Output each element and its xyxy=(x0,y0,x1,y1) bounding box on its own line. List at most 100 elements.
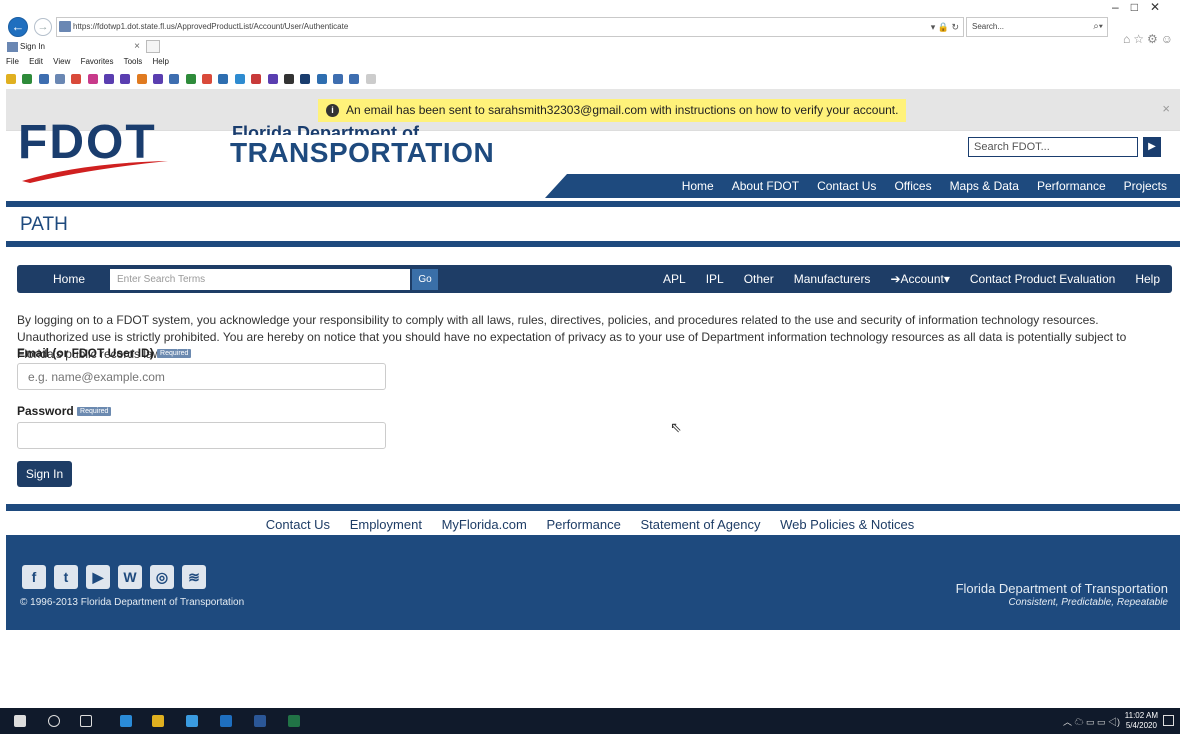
favorite-link-icon[interactable] xyxy=(38,74,49,84)
favorite-link-icon[interactable] xyxy=(104,74,115,84)
action-center-icon[interactable] xyxy=(1163,715,1174,726)
favorite-link-icon[interactable] xyxy=(87,74,98,84)
clock-time: 11:02 AM xyxy=(1124,711,1158,720)
favorite-link-icon[interactable] xyxy=(120,74,131,84)
window-controls[interactable]: –□✕ xyxy=(1112,0,1172,14)
notification-text: An email has been sent to sarahsmith3230… xyxy=(346,103,899,117)
menu-bar: File Edit View Favorites Tools Help xyxy=(0,55,1180,69)
system-tray-icons[interactable]: ︿ ☁ ▭ ▭ ◁) xyxy=(1063,715,1120,728)
appnav-manufacturers[interactable]: Manufacturers xyxy=(794,265,871,293)
favorite-link-icon[interactable] xyxy=(185,74,196,84)
favorite-link-icon[interactable] xyxy=(349,74,360,84)
favorite-link-icon[interactable] xyxy=(300,74,311,84)
email-label-text: Email (or FDOT User ID) xyxy=(17,346,154,360)
edge-icon[interactable] xyxy=(120,715,132,727)
divider xyxy=(6,201,1180,207)
magnifier-icon[interactable]: ⌕▾ xyxy=(1093,18,1103,36)
footer-link-employment[interactable]: Employment xyxy=(350,517,422,532)
back-button-icon[interactable]: ← xyxy=(8,17,28,37)
password-field[interactable] xyxy=(17,422,386,449)
browser-search-input[interactable]: Search... ⌕▾ xyxy=(966,17,1108,37)
menu-tools[interactable]: Tools xyxy=(124,57,143,66)
favorite-link-icon[interactable] xyxy=(22,74,33,84)
footer-link-performance[interactable]: Performance xyxy=(546,517,620,532)
lock-refresh-icon[interactable]: ▾ 🔒 ↻ xyxy=(931,18,959,36)
footer-link-statement[interactable]: Statement of Agency xyxy=(640,517,760,532)
start-icon[interactable] xyxy=(14,715,26,727)
sign-in-button[interactable]: Sign In xyxy=(17,461,72,487)
menu-file[interactable]: File xyxy=(6,57,19,66)
topnav-offices[interactable]: Offices xyxy=(894,174,931,198)
forward-button-icon[interactable]: → xyxy=(34,18,52,36)
twitter-icon[interactable]: t xyxy=(54,565,78,589)
address-bar[interactable]: https://fdotwp1.dot.state.fl.us/Approved… xyxy=(56,17,964,37)
favorite-link-icon[interactable] xyxy=(71,74,82,84)
appnav-help[interactable]: Help xyxy=(1135,265,1160,293)
notification-bar: i An email has been sent to sarahsmith32… xyxy=(6,89,1180,131)
favorite-star-icon[interactable] xyxy=(6,74,16,84)
favorite-link-icon[interactable] xyxy=(169,74,180,84)
new-tab-button[interactable] xyxy=(146,40,160,53)
excel-icon[interactable] xyxy=(288,715,300,727)
footer-link-myflorida[interactable]: MyFlorida.com xyxy=(442,517,527,532)
fdot-search-input[interactable]: Search FDOT... xyxy=(968,137,1138,157)
favorite-link-icon[interactable] xyxy=(332,74,343,84)
app-search-go-button[interactable]: Go xyxy=(412,269,438,290)
internet-explorer-icon[interactable] xyxy=(186,715,198,727)
social-icons: f t ▶ W ◎ ≋ xyxy=(22,565,214,589)
app-navbar: Home Enter Search Terms Go APL IPL Other… xyxy=(17,265,1172,293)
topnav-projects[interactable]: Projects xyxy=(1124,174,1167,198)
favorite-link-icon[interactable] xyxy=(55,74,66,84)
favorite-link-icon[interactable] xyxy=(316,74,327,84)
menu-help[interactable]: Help xyxy=(153,57,169,66)
topnav-maps-data[interactable]: Maps & Data xyxy=(950,174,1019,198)
browser-tab[interactable]: Sign In × xyxy=(4,39,142,55)
app-search-input[interactable]: Enter Search Terms xyxy=(110,269,410,290)
fdot-logo[interactable]: FDOT xyxy=(18,116,218,187)
favorite-link-icon[interactable] xyxy=(267,74,278,84)
favorite-link-icon[interactable] xyxy=(218,74,229,84)
menu-edit[interactable]: Edit xyxy=(29,57,43,66)
appnav-ipl[interactable]: IPL xyxy=(706,265,724,293)
search-icon[interactable] xyxy=(48,715,60,727)
footer-link-web-policies[interactable]: Web Policies & Notices xyxy=(780,517,914,532)
menu-view[interactable]: View xyxy=(53,57,70,66)
topnav-home[interactable]: Home xyxy=(682,174,714,198)
wordpress-icon[interactable]: W xyxy=(118,565,142,589)
fdot-search-go-button[interactable]: ▶ xyxy=(1143,137,1161,157)
favorite-link-icon[interactable] xyxy=(251,74,262,84)
outlook-icon[interactable] xyxy=(220,715,232,727)
appnav-apl[interactable]: APL xyxy=(663,265,686,293)
file-explorer-icon[interactable] xyxy=(152,715,164,727)
footer-link-contact[interactable]: Contact Us xyxy=(266,517,330,532)
topnav-performance[interactable]: Performance xyxy=(1037,174,1106,198)
appnav-contact-product-evaluation[interactable]: Contact Product Evaluation xyxy=(970,265,1115,293)
menu-favorites[interactable]: Favorites xyxy=(81,57,114,66)
top-navigation: Home About FDOT Contact Us Offices Maps … xyxy=(545,174,1180,198)
facebook-icon[interactable]: f xyxy=(22,565,46,589)
favorite-link-icon[interactable] xyxy=(283,74,294,84)
favorite-link-icon[interactable] xyxy=(202,74,213,84)
divider xyxy=(6,241,1180,247)
task-view-icon[interactable] xyxy=(80,715,92,727)
favorite-link-icon[interactable] xyxy=(365,74,376,84)
notification-close-icon[interactable]: × xyxy=(1162,101,1170,116)
footer-org-name: Florida Department of Transportation xyxy=(955,581,1168,596)
clock[interactable]: 11:02 AM 5/4/2020 xyxy=(1125,711,1158,731)
favorite-link-icon[interactable] xyxy=(136,74,147,84)
topnav-about[interactable]: About FDOT xyxy=(732,174,799,198)
appnav-account[interactable]: ➔Account▾ xyxy=(890,265,949,293)
rss-icon[interactable]: ≋ xyxy=(182,565,206,589)
tab-close-icon[interactable]: × xyxy=(134,39,140,54)
appnav-home[interactable]: Home xyxy=(53,265,85,293)
youtube-icon[interactable]: ▶ xyxy=(86,565,110,589)
word-icon[interactable] xyxy=(254,715,266,727)
favorite-link-icon[interactable] xyxy=(153,74,164,84)
topnav-contact[interactable]: Contact Us xyxy=(817,174,876,198)
favorite-link-icon[interactable] xyxy=(234,74,245,84)
appnav-other[interactable]: Other xyxy=(744,265,774,293)
org-name-small: Florida Department of xyxy=(232,123,420,135)
camera-icon[interactable]: ◎ xyxy=(150,565,174,589)
email-field[interactable] xyxy=(17,363,386,390)
clock-date: 5/4/2020 xyxy=(1125,721,1157,730)
